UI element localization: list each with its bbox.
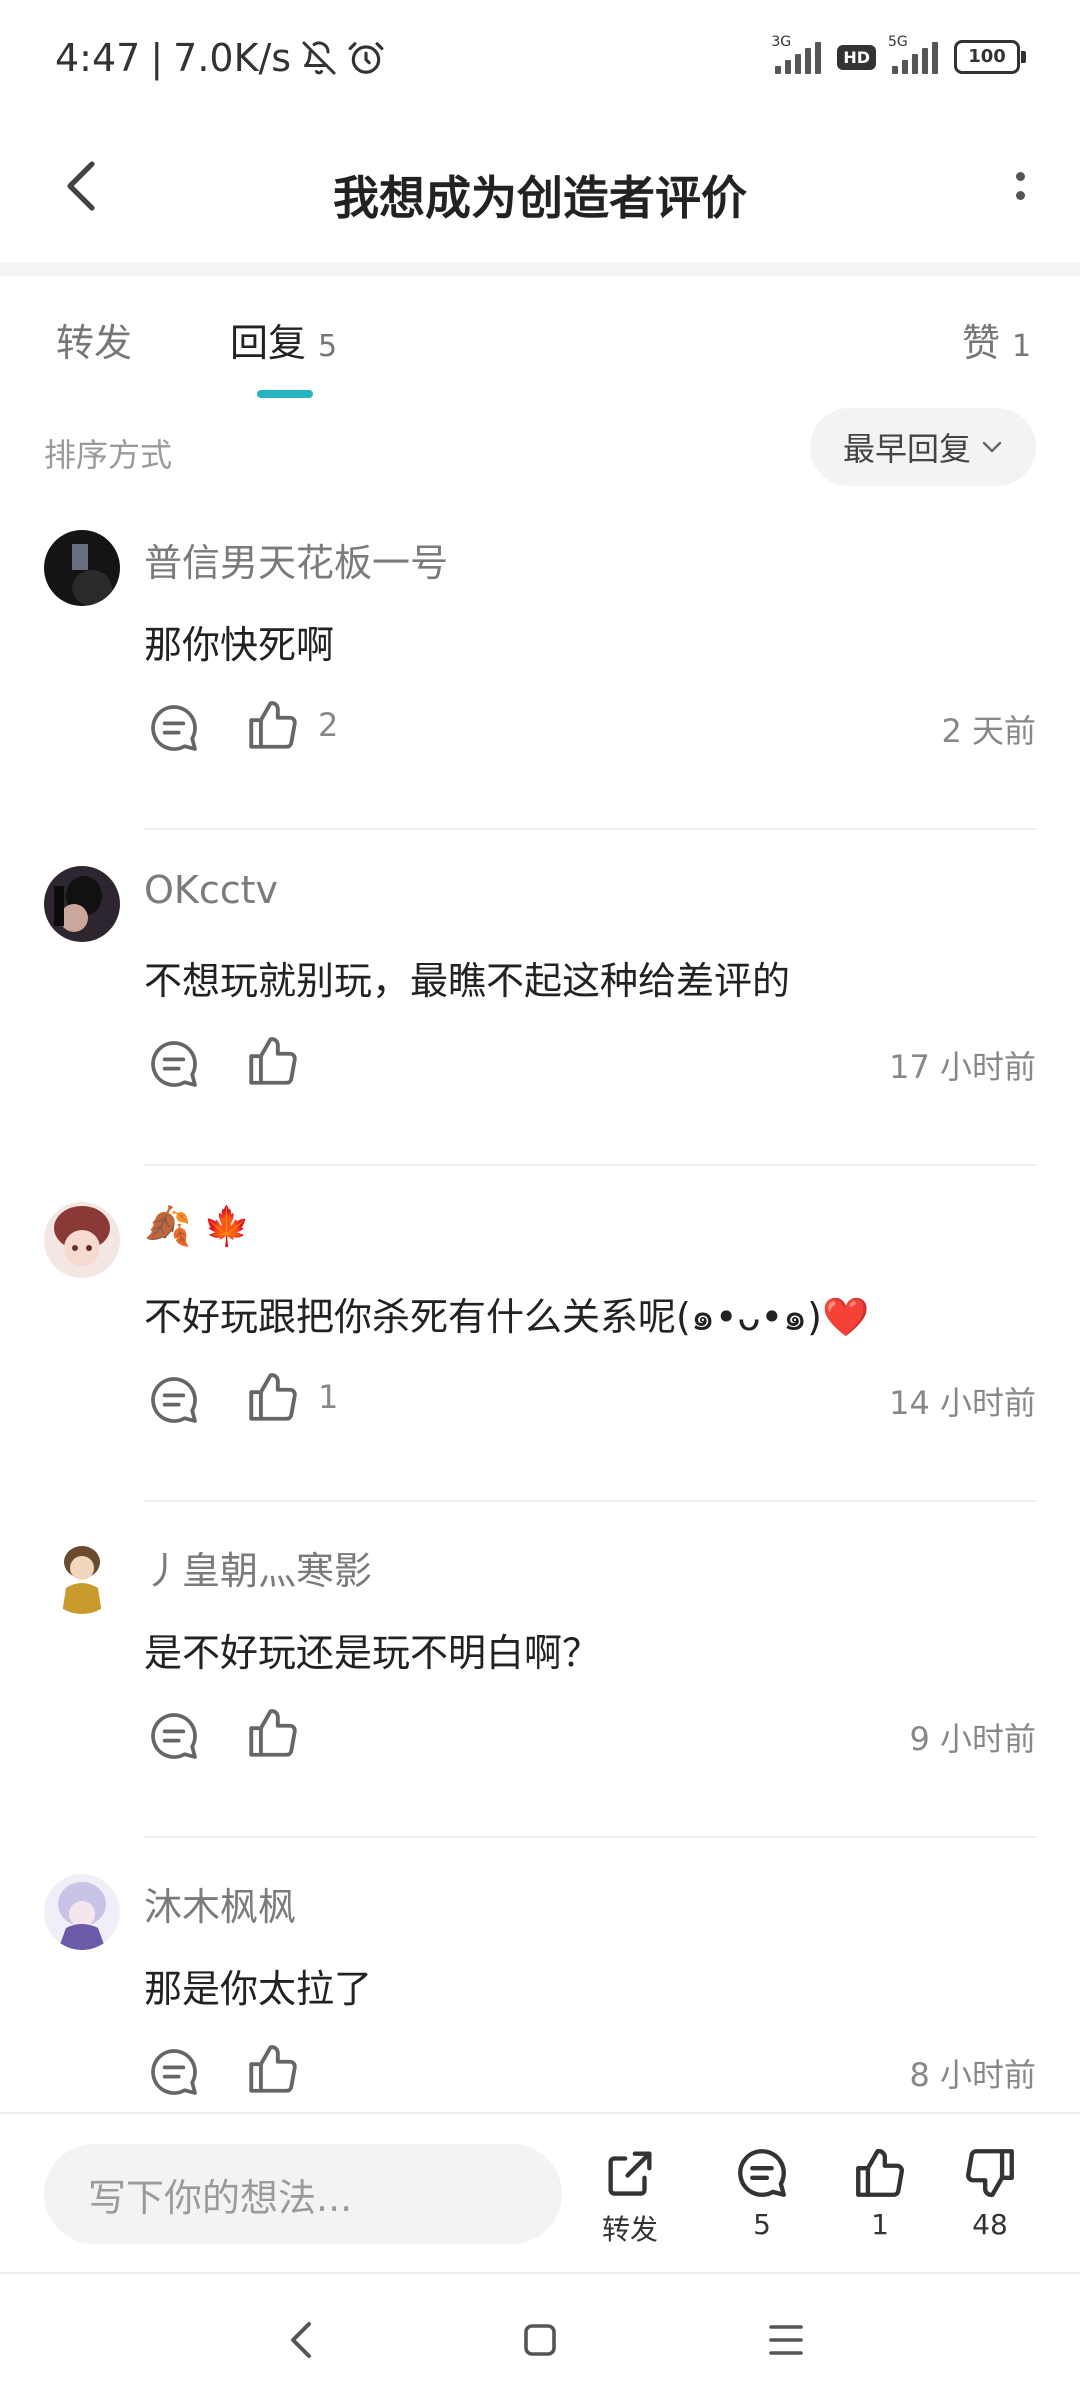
comment-time: 14 小时前 — [889, 1384, 1036, 1422]
tab-count: 5 — [318, 329, 338, 364]
share-icon — [608, 2151, 652, 2196]
comment-divider — [144, 828, 1036, 830]
nav-home-button[interactable] — [510, 2310, 570, 2370]
signal-3g-icon: 3G — [771, 34, 822, 74]
like-count: 2 — [318, 706, 339, 744]
avatar[interactable] — [44, 1538, 120, 1614]
tab-label: 回复 — [230, 321, 307, 365]
header-divider — [0, 262, 1080, 276]
tab-likes[interactable]: 赞 1 — [962, 312, 1031, 367]
nav-home-icon — [524, 2324, 556, 2356]
comment-content: 那你快死啊 — [144, 623, 335, 667]
tab-repost[interactable]: 转发 — [56, 312, 132, 367]
comment-content: 是不好玩还是玩不明白啊？ — [144, 1631, 601, 1675]
sort-label: 排序方式 — [44, 436, 173, 474]
thumbs-up-icon — [856, 2148, 904, 2197]
more-dot — [1015, 191, 1025, 200]
avatar[interactable] — [44, 530, 120, 606]
more-dot — [1015, 172, 1025, 181]
status-separator: | — [150, 36, 164, 80]
comment-content: 那是你太拉了 — [144, 1967, 373, 2011]
comment-username[interactable]: 🍂 🍁 — [144, 1204, 251, 1249]
alarm-icon — [348, 42, 384, 74]
tab-label: 赞 — [962, 321, 1001, 365]
like-count: 1 — [318, 1378, 339, 1416]
status-right: 3G HD 5G 100 — [771, 34, 1026, 74]
comment-username[interactable]: OKcctv — [144, 868, 278, 912]
comment-username[interactable]: 普信男天花板一号 — [144, 532, 448, 587]
comment-username[interactable]: 沐木枫枫 — [144, 1876, 296, 1931]
comment-divider — [144, 1836, 1036, 1838]
comment-time: 2 天前 — [941, 712, 1036, 750]
nav-menu-button[interactable] — [756, 2310, 816, 2370]
bell-off-icon — [302, 41, 336, 75]
header: 我想成为创造者评价 — [0, 110, 1080, 260]
system-nav-bar — [0, 2272, 1080, 2402]
nav-back-button[interactable] — [270, 2310, 330, 2370]
comments-button[interactable]: 5 — [712, 2144, 812, 2254]
comment-reply-icon[interactable] — [146, 1036, 202, 1092]
tab-replies[interactable]: 回复 5 — [230, 312, 337, 367]
like-button[interactable]: 1 — [830, 2144, 930, 2254]
comment-time: 8 小时前 — [909, 2056, 1036, 2094]
status-bar: 4:47 | 7.0K/s 3G HD 5G 100 — [0, 0, 1080, 110]
avatar[interactable] — [44, 1202, 120, 1278]
comment-time: 9 小时前 — [909, 1720, 1036, 1758]
thumbs-up-icon[interactable] — [244, 1704, 302, 1762]
comment-input[interactable]: 写下你的想法... — [44, 2144, 562, 2244]
nav-back-icon — [291, 2322, 311, 2358]
sort-selected: 最早回复 — [842, 430, 971, 468]
comment-item: 普信男天花板一号 那你快死啊 2 2 天前 — [0, 530, 1080, 866]
nav-menu-icon — [769, 2325, 803, 2355]
share-button[interactable]: 转发 — [580, 2144, 680, 2254]
comment-reply-icon[interactable] — [146, 700, 202, 756]
thumbs-down-icon — [966, 2149, 1014, 2198]
thumbs-up-icon[interactable] — [244, 696, 302, 754]
hd-badge: HD — [837, 44, 876, 70]
comment-username[interactable]: 丿皇朝灬寒影 — [144, 1540, 372, 1595]
comment-icon — [738, 2149, 786, 2197]
comment-item: 🍂 🍁 不好玩跟把你杀死有什么关系呢(๑•ᴗ•๑)❤️ 1 14 小时前 — [0, 1202, 1080, 1538]
battery-icon: 100 — [954, 40, 1026, 74]
comment-time: 17 小时前 — [889, 1048, 1036, 1086]
comment-item: OKcctv 不想玩就别玩，最瞧不起这种给差评的 17 小时前 — [0, 866, 1080, 1202]
comment-divider — [144, 1500, 1036, 1502]
signal-5g-icon: 5G — [888, 34, 938, 74]
comment-content: 不好玩跟把你杀死有什么关系呢(๑•ᴗ•๑)❤️ — [144, 1295, 870, 1339]
tab-label: 转发 — [56, 321, 133, 365]
comment-reply-icon[interactable] — [146, 1372, 202, 1428]
network-speed: 7.0K/s — [173, 36, 292, 80]
comment-item: 丿皇朝灬寒影 是不好玩还是玩不明白啊？ 9 小时前 — [0, 1538, 1080, 1874]
avatar[interactable] — [44, 866, 120, 942]
comment-reply-icon[interactable] — [146, 1708, 202, 1764]
bottom-action-bar: 写下你的想法... 转发 5 1 48 — [0, 2112, 1080, 2274]
share-label: 转发 — [601, 2213, 658, 2246]
tab-count: 1 — [1012, 329, 1032, 364]
avatar[interactable] — [44, 1874, 120, 1950]
page-title: 我想成为创造者评价 — [333, 171, 747, 225]
thumbs-up-icon[interactable] — [244, 1368, 302, 1426]
chevron-down-icon — [982, 441, 1002, 453]
active-tab-indicator — [257, 390, 313, 398]
thumbs-up-icon[interactable] — [244, 2040, 302, 2098]
comment-content: 不想玩就别玩，最瞧不起这种给差评的 — [144, 959, 791, 1003]
comment-divider — [144, 1164, 1036, 1166]
status-left: 4:47 | 7.0K/s — [55, 36, 385, 80]
comment-reply-icon[interactable] — [146, 2044, 202, 2100]
more-button[interactable] — [980, 146, 1060, 226]
thumbs-up-icon[interactable] — [244, 1032, 302, 1090]
dislike-total: 48 — [972, 2208, 1008, 2241]
comment-count: 5 — [753, 2208, 771, 2241]
status-time: 4:47 — [55, 36, 141, 80]
comment-input-placeholder: 写下你的想法... — [88, 2175, 353, 2220]
dislike-button[interactable]: 48 — [940, 2144, 1040, 2254]
sort-dropdown[interactable]: 最早回复 — [810, 408, 1036, 486]
like-total: 1 — [871, 2208, 889, 2241]
